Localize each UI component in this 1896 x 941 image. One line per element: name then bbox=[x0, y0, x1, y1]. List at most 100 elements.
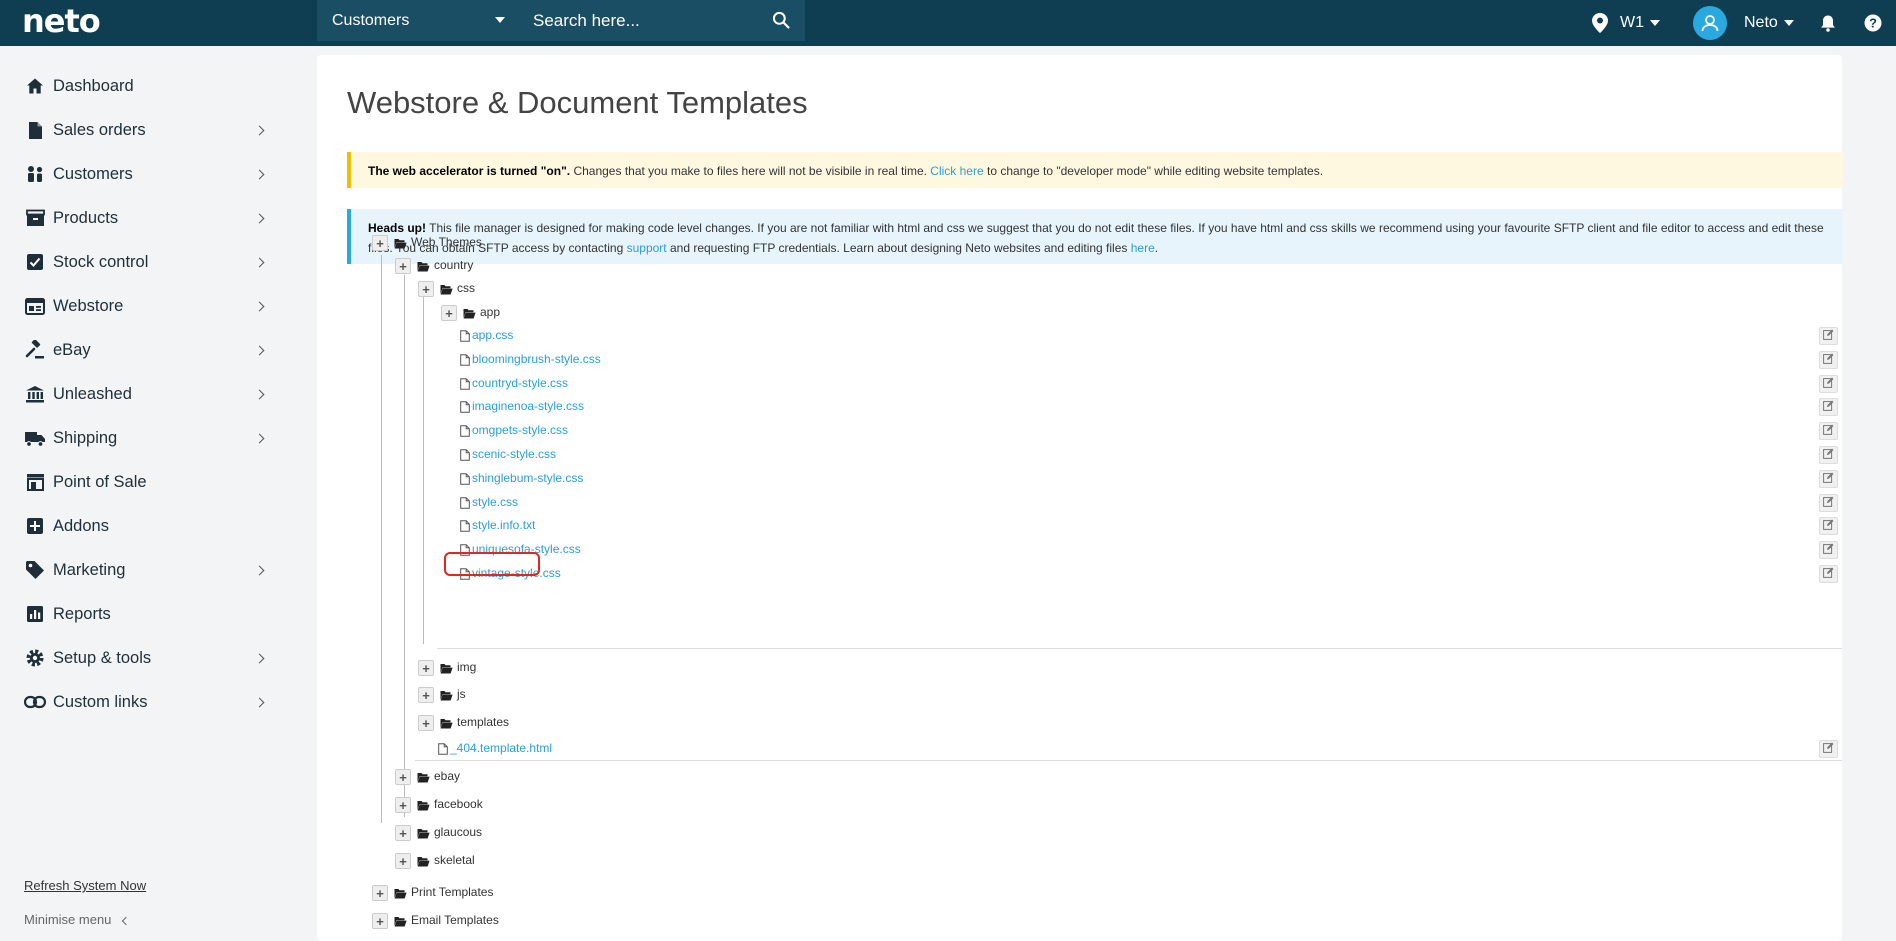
sidebar-item-products[interactable]: Products bbox=[0, 198, 280, 238]
sidebar-item-label: Shipping bbox=[53, 428, 118, 447]
users-icon bbox=[24, 163, 46, 185]
file-link[interactable]: app.css bbox=[472, 328, 513, 342]
file-link[interactable]: style.css bbox=[472, 495, 518, 509]
sidebar-item-webstore[interactable]: Webstore bbox=[0, 286, 280, 326]
expand-img-button[interactable]: + bbox=[418, 660, 434, 676]
file-link[interactable]: omgpets-style.css bbox=[472, 423, 568, 437]
sidebar-item-addons[interactable]: Addons bbox=[0, 506, 280, 546]
sidebar-item-customers[interactable]: Customers bbox=[0, 154, 280, 194]
sidebar-item-reports[interactable]: Reports bbox=[0, 594, 280, 634]
folder-open-icon bbox=[394, 886, 407, 899]
sidebar-item-stock-control[interactable]: Stock control bbox=[0, 242, 280, 282]
folder-skeletal[interactable]: skeletal bbox=[434, 853, 475, 867]
gavel-icon bbox=[24, 339, 46, 361]
folder-js[interactable]: js bbox=[457, 687, 466, 701]
expand-app-button[interactable]: + bbox=[441, 305, 457, 321]
folder-open-icon bbox=[440, 661, 453, 674]
expand-templates-button[interactable]: + bbox=[418, 715, 434, 731]
sidebar-item-unleashed[interactable]: Unleashed bbox=[0, 374, 280, 414]
tree-divider bbox=[437, 648, 1842, 649]
edit-file-button[interactable] bbox=[1819, 446, 1838, 464]
edit-file-button[interactable] bbox=[1819, 327, 1838, 345]
sidebar-item-label: Unleashed bbox=[53, 384, 132, 403]
refresh-system-link[interactable]: Refresh System Now bbox=[24, 878, 146, 893]
edit-file-button[interactable] bbox=[1819, 398, 1838, 416]
folder-ebay[interactable]: ebay bbox=[434, 769, 460, 783]
folder-open-icon bbox=[417, 826, 430, 839]
sidebar-item-marketing[interactable]: Marketing bbox=[0, 550, 280, 590]
edit-file-button[interactable] bbox=[1819, 375, 1838, 393]
edit-icon bbox=[1823, 398, 1834, 416]
folder-img[interactable]: img bbox=[457, 660, 476, 674]
expand-css-button[interactable]: + bbox=[418, 281, 434, 297]
help-button[interactable]: ? bbox=[1864, 0, 1882, 46]
minimise-menu-button[interactable]: Minimise menu bbox=[24, 912, 131, 927]
sidebar-item-custom-links[interactable]: Custom links bbox=[0, 682, 280, 722]
sidebar-item-dashboard[interactable]: Dashboard bbox=[0, 66, 280, 106]
folder-open-icon bbox=[440, 688, 453, 701]
edit-file-button[interactable] bbox=[1819, 470, 1838, 488]
edit-file-button[interactable] bbox=[1819, 565, 1838, 583]
sidebar-item-shipping[interactable]: Shipping bbox=[0, 418, 280, 458]
file-link[interactable]: countryd-style.css bbox=[472, 376, 568, 390]
user-menu[interactable]: Neto bbox=[1693, 0, 1794, 46]
folder-glaucous[interactable]: glaucous bbox=[434, 825, 482, 839]
folder-open-icon bbox=[394, 914, 407, 927]
sidebar-item-ebay[interactable]: eBay bbox=[0, 330, 280, 370]
search-input[interactable] bbox=[521, 0, 771, 41]
search-category-select[interactable]: Customers bbox=[317, 0, 517, 41]
location-selector[interactable]: W1 bbox=[1592, 0, 1660, 46]
edit-file-button[interactable] bbox=[1819, 541, 1838, 559]
sidebar-item-label: Addons bbox=[53, 516, 109, 535]
expand-email-templates-button[interactable]: + bbox=[372, 913, 388, 929]
folder-css[interactable]: css bbox=[457, 281, 475, 295]
edit-icon bbox=[1823, 327, 1834, 345]
edit-file-button[interactable] bbox=[1819, 517, 1838, 535]
sidebar-item-label: Customers bbox=[53, 164, 133, 183]
file-link[interactable]: style.info.txt bbox=[472, 518, 535, 532]
main-content: Webstore & Document Templates The web ac… bbox=[317, 55, 1843, 941]
expand-facebook-button[interactable]: + bbox=[395, 797, 411, 813]
file-link[interactable]: imaginenoa-style.css bbox=[472, 399, 584, 413]
expand-glaucous-button[interactable]: + bbox=[395, 825, 411, 841]
expand-js-button[interactable]: + bbox=[418, 687, 434, 703]
expand-skeletal-button[interactable]: + bbox=[395, 853, 411, 869]
folder-web-themes[interactable]: Web Themes bbox=[411, 235, 482, 249]
sidebar-item-sales-orders[interactable]: Sales orders bbox=[0, 110, 280, 150]
tree-divider bbox=[415, 760, 1842, 761]
folder-email-templates[interactable]: Email Templates bbox=[411, 913, 499, 927]
edit-file-button[interactable] bbox=[1819, 740, 1838, 758]
folder-open-icon bbox=[440, 716, 453, 729]
folder-app[interactable]: app bbox=[480, 305, 500, 319]
plus-square-icon bbox=[24, 515, 46, 537]
search-icon[interactable] bbox=[771, 10, 791, 30]
file-link[interactable]: bloomingbrush-style.css bbox=[472, 352, 601, 366]
expand-ebay-button[interactable]: + bbox=[395, 769, 411, 785]
file-link[interactable]: _404.template.html bbox=[450, 741, 552, 755]
folder-templates[interactable]: templates bbox=[457, 715, 509, 729]
file-link[interactable]: scenic-style.css bbox=[472, 447, 556, 461]
edit-icon bbox=[1823, 517, 1834, 535]
top-bar: neto Customers W1 Neto bbox=[0, 0, 1896, 46]
box-icon bbox=[24, 207, 46, 229]
expand-web-themes-button[interactable]: + bbox=[372, 235, 388, 251]
neto-logo[interactable]: neto bbox=[22, 2, 101, 40]
edit-file-button[interactable] bbox=[1819, 494, 1838, 512]
tree-line bbox=[404, 275, 405, 817]
folder-print-templates[interactable]: Print Templates bbox=[411, 885, 493, 899]
help-icon: ? bbox=[1864, 14, 1882, 32]
edit-file-button[interactable] bbox=[1819, 422, 1838, 440]
sidebar-item-setup-tools[interactable]: Setup & tools bbox=[0, 638, 280, 678]
expand-country-button[interactable]: + bbox=[395, 258, 411, 274]
notifications-button[interactable] bbox=[1820, 0, 1836, 46]
edit-file-button[interactable] bbox=[1819, 351, 1838, 369]
sidebar-item-point-of-sale[interactable]: Point of Sale bbox=[0, 462, 280, 502]
folder-country[interactable]: country bbox=[434, 258, 473, 272]
folder-open-icon bbox=[417, 259, 430, 272]
checkbox-icon bbox=[24, 251, 46, 273]
document-icon bbox=[24, 119, 46, 141]
folder-facebook[interactable]: facebook bbox=[434, 797, 483, 811]
expand-print-templates-button[interactable]: + bbox=[372, 885, 388, 901]
home-icon bbox=[24, 75, 46, 97]
file-link[interactable]: shinglebum-style.css bbox=[472, 471, 583, 485]
